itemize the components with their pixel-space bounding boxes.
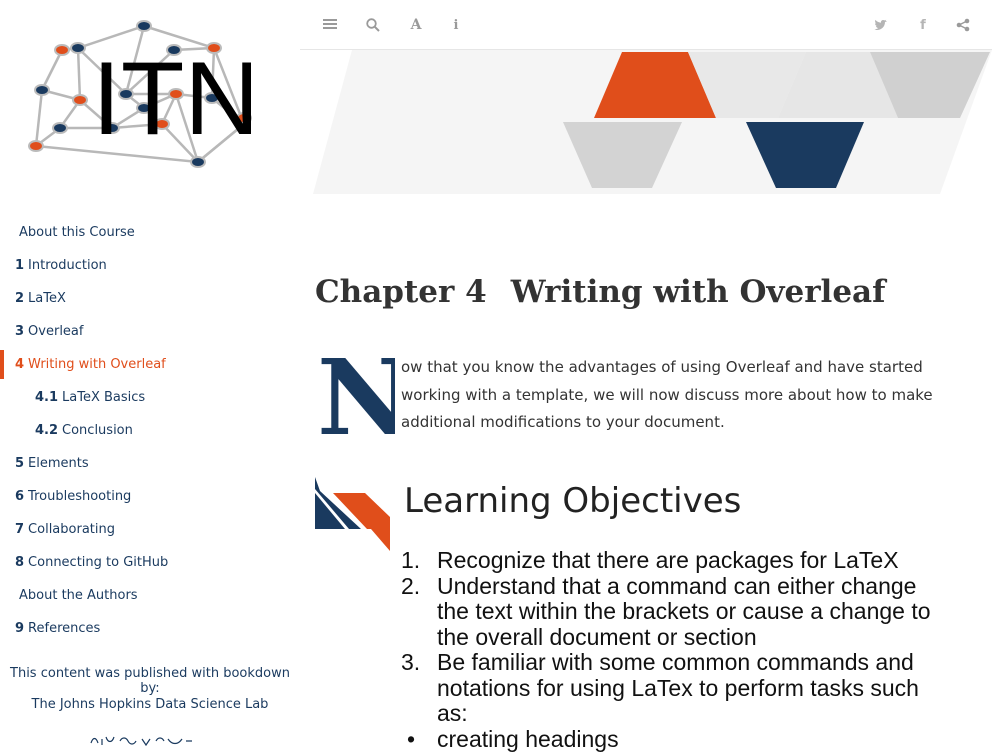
- header-banner: [300, 50, 992, 196]
- toc-item-connecting-github[interactable]: 8Connecting to GitHub: [0, 546, 300, 579]
- list-item: 3.Be familiar with some common commands …: [401, 650, 941, 727]
- objectives-list: 1.Recognize that there are packages for …: [401, 548, 941, 752]
- share-icon[interactable]: [952, 14, 974, 36]
- toc-item-writing-with-overleaf[interactable]: 4Writing with Overleaf: [0, 348, 300, 381]
- itn-logo: ITN: [22, 14, 278, 174]
- toc-item-latex[interactable]: 2LaTeX: [0, 282, 300, 315]
- jhu-dsl-logo: [88, 733, 198, 747]
- toc-item-overleaf[interactable]: 3Overleaf: [0, 315, 300, 348]
- facebook-icon[interactable]: f: [912, 14, 934, 36]
- toc-item-elements[interactable]: 5Elements: [0, 447, 300, 480]
- toc-item-latex-basics[interactable]: 4.1LaTeX Basics: [0, 381, 300, 414]
- learning-objectives-icon: [315, 477, 391, 551]
- font-icon[interactable]: A: [405, 14, 427, 36]
- chapter-title: Chapter 4 Writing with Overleaf: [315, 274, 885, 310]
- toc-item-troubleshooting[interactable]: 6Troubleshooting: [0, 480, 300, 513]
- list-item: 2.Understand that a command can either c…: [401, 574, 941, 651]
- publisher-link[interactable]: The Johns Hopkins Data Science Lab: [0, 697, 300, 712]
- menu-icon[interactable]: [319, 14, 341, 36]
- search-icon[interactable]: [362, 14, 384, 36]
- list-item: •creating headings: [401, 727, 941, 752]
- table-of-contents: About this Course 1Introduction 2LaTeX 3…: [0, 216, 300, 645]
- dropcap-letter: N: [315, 348, 395, 438]
- twitter-icon[interactable]: [870, 14, 892, 36]
- intro-paragraph: ow that you know the advantages of using…: [401, 354, 946, 437]
- chapter-prefix: Chapter 4: [315, 274, 487, 310]
- toc-item-about-authors[interactable]: About the Authors: [0, 579, 300, 612]
- info-icon[interactable]: i: [445, 14, 467, 36]
- learning-objectives-heading: Learning Objectives: [404, 481, 741, 521]
- toc-item-collaborating[interactable]: 7Collaborating: [0, 513, 300, 546]
- chapter-name: Writing with Overleaf: [511, 274, 886, 310]
- list-item: 1.Recognize that there are packages for …: [401, 548, 941, 574]
- toc-item-references[interactable]: 9References: [0, 612, 300, 645]
- svg-text:ITN: ITN: [92, 41, 260, 157]
- toolbar: A i f: [300, 0, 992, 50]
- toc-item-conclusion[interactable]: 4.2Conclusion: [0, 414, 300, 447]
- svg-text:N: N: [317, 348, 395, 438]
- sidebar: ITN About this Course 1Introduction 2LaT…: [0, 0, 300, 744]
- toc-item-introduction[interactable]: 1Introduction: [0, 249, 300, 282]
- toc-item-about-course[interactable]: About this Course: [0, 216, 300, 249]
- published-with-text: This content was published with bookdown…: [0, 666, 300, 696]
